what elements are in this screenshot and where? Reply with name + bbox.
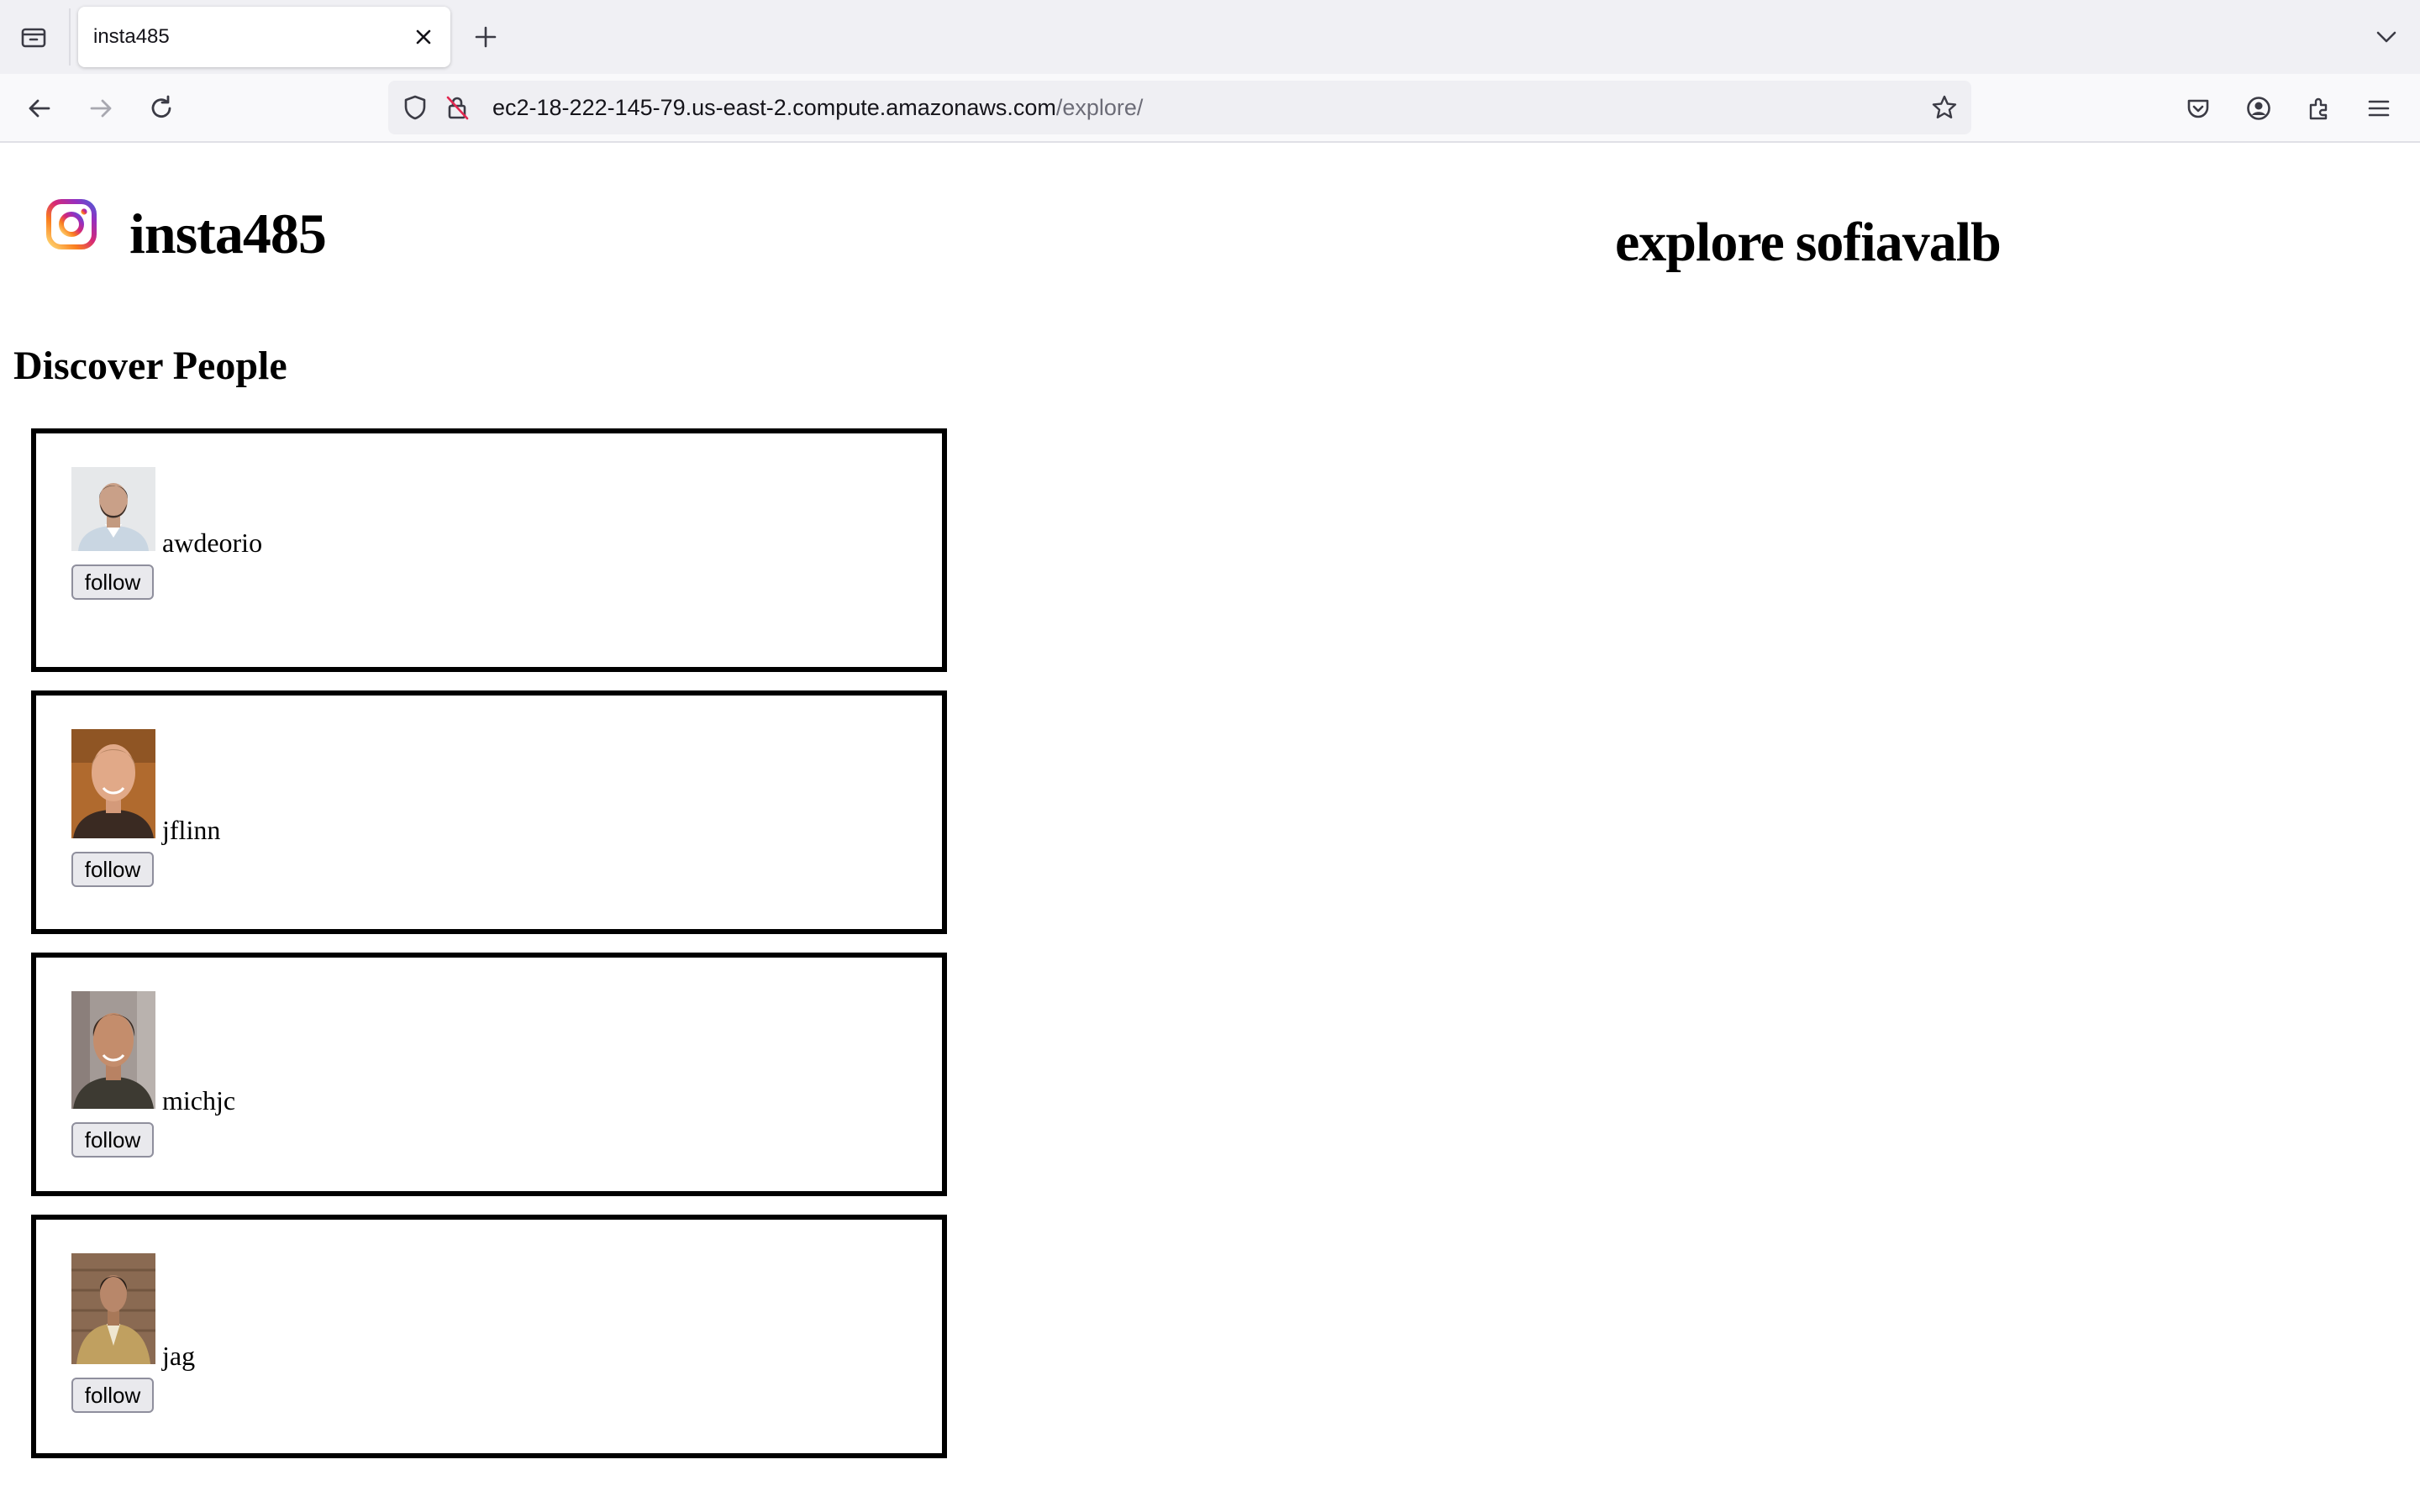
star-icon[interactable] bbox=[1929, 92, 1960, 123]
site-header: insta485 explore sofiavalb bbox=[0, 143, 2420, 311]
plus-icon[interactable] bbox=[469, 20, 502, 54]
person-card: michjc follow bbox=[31, 953, 947, 1196]
instagram-logo-icon[interactable] bbox=[45, 198, 97, 250]
puzzle-icon[interactable] bbox=[2300, 89, 2338, 128]
person-card: jag follow bbox=[31, 1215, 947, 1458]
url-path: /explore/ bbox=[1055, 95, 1144, 120]
shield-icon[interactable] bbox=[400, 92, 430, 123]
avatar[interactable] bbox=[71, 467, 155, 551]
person-card: jflinn follow bbox=[31, 690, 947, 934]
avatar[interactable] bbox=[71, 729, 155, 838]
username-link[interactable]: michjc bbox=[162, 1087, 235, 1114]
pocket-icon[interactable] bbox=[2179, 89, 2217, 128]
tab-overview-icon[interactable] bbox=[17, 20, 50, 54]
close-icon[interactable] bbox=[412, 25, 435, 49]
username-link[interactable]: jflinn bbox=[162, 816, 220, 843]
header-nav: explore sofiavalb bbox=[1615, 215, 2012, 270]
username-link[interactable]: jag bbox=[162, 1342, 195, 1369]
site-title[interactable]: insta485 bbox=[129, 205, 327, 262]
arrow-left-icon[interactable] bbox=[20, 89, 59, 128]
follow-button[interactable]: follow bbox=[71, 564, 154, 600]
browser-nav-bar: ec2-18-222-145-79.us-east-2.compute.amaz… bbox=[0, 74, 2420, 143]
tab-separator bbox=[69, 8, 71, 66]
avatar[interactable] bbox=[71, 1253, 155, 1364]
avatar[interactable] bbox=[71, 991, 155, 1109]
browser-tab-bar: insta485 bbox=[0, 0, 2420, 74]
follow-button[interactable]: follow bbox=[71, 852, 154, 887]
follow-button[interactable]: follow bbox=[71, 1122, 154, 1158]
browser-tab[interactable]: insta485 bbox=[78, 7, 450, 67]
account-icon[interactable] bbox=[2239, 89, 2278, 128]
insecure-lock-icon[interactable] bbox=[442, 92, 472, 123]
person-card: awdeorio follow bbox=[31, 428, 947, 672]
url-text: ec2-18-222-145-79.us-east-2.compute.amaz… bbox=[492, 95, 1143, 121]
chevron-down-icon[interactable] bbox=[2370, 20, 2403, 54]
tab-title: insta485 bbox=[93, 25, 170, 48]
hamburger-menu-icon[interactable] bbox=[2360, 89, 2398, 128]
url-bar[interactable]: ec2-18-222-145-79.us-east-2.compute.amaz… bbox=[388, 81, 1971, 134]
user-profile-link[interactable]: sofiavalb bbox=[1796, 212, 2002, 273]
arrow-right-icon[interactable] bbox=[82, 89, 120, 128]
username-link[interactable]: awdeorio bbox=[162, 529, 262, 556]
reload-icon[interactable] bbox=[142, 89, 181, 128]
section-title: Discover People bbox=[13, 344, 287, 388]
url-host: ec2-18-222-145-79.us-east-2.compute.amaz… bbox=[492, 95, 1056, 120]
follow-button[interactable]: follow bbox=[71, 1378, 154, 1413]
explore-link[interactable]: explore bbox=[1615, 212, 1785, 273]
